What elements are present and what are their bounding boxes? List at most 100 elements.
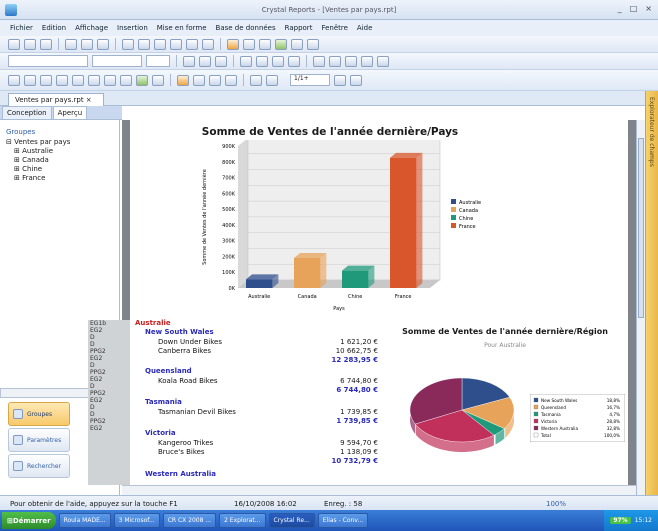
font-combo[interactable] — [92, 55, 142, 67]
sort-icon[interactable] — [177, 74, 189, 86]
rechercher-button[interactable]: Rechercher — [8, 454, 70, 478]
copy-icon[interactable] — [138, 38, 150, 50]
menu-aide[interactable]: Aide — [357, 24, 372, 32]
taskbar-button[interactable]: Roula MADE... — [58, 513, 111, 528]
menu-affichage[interactable]: Affichage — [75, 24, 108, 32]
taskbar-button[interactable]: Elias - Conv... — [317, 513, 369, 528]
group-icon[interactable] — [24, 74, 36, 86]
redo-icon[interactable] — [202, 38, 214, 50]
text-object-icon[interactable] — [8, 74, 20, 86]
style-combo[interactable] — [8, 55, 88, 67]
tab-conception[interactable]: Conception — [2, 106, 52, 119]
underline-icon[interactable] — [215, 55, 227, 67]
select-expert-icon[interactable] — [193, 74, 205, 86]
report-horizontal-scrollbar[interactable] — [122, 485, 636, 495]
align-right-icon[interactable] — [272, 55, 284, 67]
region-subtotal: 12 283,95 € — [331, 356, 379, 364]
paste-icon[interactable] — [154, 38, 166, 50]
battery-indicator[interactable]: 97% — [610, 517, 631, 524]
picture-icon[interactable] — [120, 74, 132, 86]
menu-fichier[interactable]: Fichier — [10, 24, 33, 32]
crosstab-icon[interactable] — [56, 74, 68, 86]
report-vertical-scrollbar[interactable] — [636, 120, 645, 495]
bold-icon[interactable] — [183, 55, 195, 67]
taskbar-button-active[interactable]: Crystal Re... — [268, 513, 315, 528]
preview-icon[interactable] — [81, 38, 93, 50]
tree-item-canada[interactable]: ⊞ Canada — [6, 156, 70, 165]
tree-root[interactable]: ⊟ Ventes par pays — [6, 138, 70, 147]
menu-mise-en-forme[interactable]: Mise en forme — [157, 24, 207, 32]
maximize-button[interactable]: □ — [630, 4, 638, 13]
decimal-icon[interactable] — [377, 55, 389, 67]
start-button[interactable]: ⊞ Démarrer — [2, 512, 56, 529]
taskbar-button[interactable]: 2 Explorat... — [219, 513, 266, 528]
next-page-icon[interactable] — [334, 74, 346, 86]
summary-icon[interactable] — [40, 74, 52, 86]
print-icon[interactable] — [65, 38, 77, 50]
tree-item-chine[interactable]: ⊞ Chine — [6, 165, 70, 174]
taskbar-button[interactable]: 3 Microsof... — [113, 513, 160, 528]
undo-icon[interactable] — [186, 38, 198, 50]
field-explorer-strip[interactable]: Explorateur de champs — [645, 91, 658, 495]
font-color-icon[interactable] — [313, 55, 325, 67]
minimize-button[interactable]: _ — [618, 4, 622, 13]
y-tick-label: 400K — [222, 223, 236, 229]
close-button[interactable]: × — [645, 4, 652, 13]
field-explorer-icon[interactable] — [227, 38, 239, 50]
group-code: D — [90, 362, 95, 369]
format-painter-icon[interactable] — [170, 38, 182, 50]
menu-rapport[interactable]: Rapport — [285, 24, 313, 32]
tab-apercu[interactable]: Aperçu — [52, 106, 88, 119]
parametres-button[interactable]: Paramètres — [8, 428, 70, 452]
currency-icon[interactable] — [361, 55, 373, 67]
legend-percent: 100,0% — [604, 433, 620, 438]
border-icon[interactable] — [329, 55, 341, 67]
report-explorer-icon[interactable] — [243, 38, 255, 50]
window-title: Crystal Reports - [Ventes par pays.rpt] — [261, 6, 397, 14]
size-combo[interactable] — [146, 55, 170, 67]
lock-format-icon[interactable] — [345, 55, 357, 67]
close-tab-icon[interactable]: × — [86, 96, 92, 104]
open-icon[interactable] — [24, 38, 36, 50]
italic-icon[interactable] — [199, 55, 211, 67]
align-center-icon[interactable] — [256, 55, 268, 67]
first-page-icon[interactable] — [250, 74, 262, 86]
justify-icon[interactable] — [288, 55, 300, 67]
export-icon[interactable] — [97, 38, 109, 50]
chart-side-wall — [238, 140, 248, 288]
dependency-icon[interactable] — [275, 38, 287, 50]
menu-edition[interactable]: Edition — [42, 24, 66, 32]
repository-icon[interactable] — [259, 38, 271, 50]
groupes-button[interactable]: Groupes — [8, 402, 70, 426]
save-icon[interactable] — [40, 38, 52, 50]
bar-chart-legend: Australie Canada Chine France — [451, 199, 481, 230]
bar-chart-title: Somme de Ventes de l'année dernière/Pays — [201, 126, 459, 138]
previous-page-icon[interactable] — [266, 74, 278, 86]
taskbar-button[interactable]: CR CX 2008 ... — [162, 513, 217, 528]
zoom-level[interactable]: 100% — [546, 500, 566, 508]
menu-insertion[interactable]: Insertion — [117, 24, 148, 32]
map-icon[interactable] — [152, 74, 164, 86]
page-indicator[interactable]: 1/1+ — [290, 74, 330, 86]
menu-fenetre[interactable]: Fenêtre — [321, 24, 347, 32]
scrollbar-thumb[interactable] — [638, 138, 644, 318]
formula-icon[interactable] — [209, 74, 221, 86]
tree-item-france[interactable]: ⊞ France — [6, 174, 70, 183]
binoculars-icon[interactable] — [307, 38, 319, 50]
tree-item-australie[interactable]: ⊞ Australie — [6, 147, 70, 156]
toolbox-icon[interactable] — [291, 38, 303, 50]
line-icon[interactable] — [88, 74, 100, 86]
region-name: Western Australia — [145, 470, 216, 478]
section-expert-icon[interactable] — [225, 74, 237, 86]
cut-icon[interactable] — [122, 38, 134, 50]
x-tick-label: France — [395, 294, 412, 300]
new-icon[interactable] — [8, 38, 20, 50]
document-tab[interactable]: Ventes par pays.rpt × — [8, 93, 104, 106]
subreport-icon[interactable] — [72, 74, 84, 86]
align-left-icon[interactable] — [240, 55, 252, 67]
chart-icon[interactable] — [136, 74, 148, 86]
menu-base-de-donnees[interactable]: Base de données — [216, 24, 276, 32]
last-page-icon[interactable] — [350, 74, 362, 86]
legend-label: Victoria — [541, 419, 557, 424]
box-icon[interactable] — [104, 74, 116, 86]
